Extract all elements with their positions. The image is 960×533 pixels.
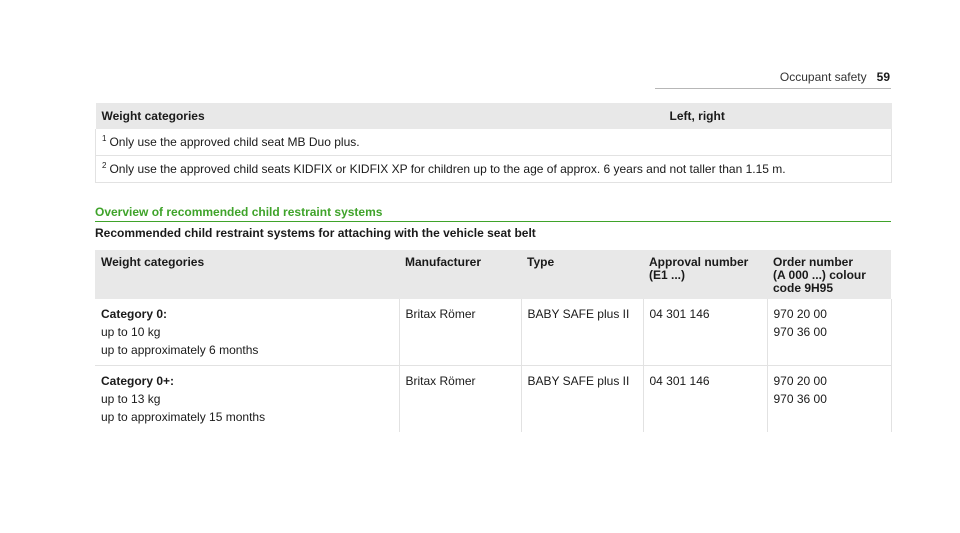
header-left-right: Left, right (663, 103, 892, 129)
footnote-row: 1 Only use the approved child seat MB Duo… (95, 129, 892, 156)
header-weight-categories: Weight categories (95, 250, 399, 299)
cell-type: BABY SAFE plus II (520, 299, 643, 366)
page-number: 59 (876, 70, 890, 84)
header-line: code 9H95 (773, 281, 834, 295)
footnote-number: 1 (102, 134, 107, 143)
cell-type: BABY SAFE plus II (520, 365, 643, 432)
header-line: (E1 ...) (649, 268, 686, 282)
section-name: Occupant safety (779, 70, 867, 84)
cell-approval: 04 301 146 (642, 299, 767, 366)
order-number: 970 20 00 (773, 374, 827, 388)
table-header-row: Weight categories Left, right (95, 103, 892, 129)
weight-limit: up to 13 kg (101, 392, 161, 406)
table-row: Category 0: up to 10 kg up to approximat… (95, 299, 892, 366)
cell-order-number: 970 20 00 970 36 00 (766, 365, 892, 432)
header-order-number: Order number (A 000 ...) colour code 9H9… (767, 250, 891, 299)
cell-order-number: 970 20 00 970 36 00 (766, 299, 892, 366)
cell-manufacturer: Britax Römer (398, 365, 521, 432)
header-type: Type (521, 250, 643, 299)
header-manufacturer: Manufacturer (399, 250, 521, 299)
restraint-systems-table: Weight categories Manufacturer Type Appr… (95, 250, 892, 432)
footnote-1: 1 Only use the approved child seat MB Duo… (95, 129, 892, 156)
header-divider (655, 88, 891, 89)
table-row: Category 0+: up to 13 kg up to approxima… (95, 365, 892, 433)
order-number: 970 36 00 (773, 325, 827, 339)
cell-weight-category: Category 0+: up to 13 kg up to approxima… (95, 366, 399, 433)
header-weight-categories: Weight categories (95, 103, 664, 129)
cell-manufacturer: Britax Römer (398, 299, 521, 366)
cell-weight-category: Category 0: up to 10 kg up to approximat… (95, 299, 399, 366)
header-approval-number: Approval number (E1 ...) (643, 250, 767, 299)
age-limit: up to approximately 6 months (101, 343, 259, 357)
page-header: Occupant safety 59 (760, 70, 890, 84)
order-number: 970 36 00 (773, 392, 827, 406)
age-limit: up to approximately 15 months (101, 410, 266, 424)
order-number: 970 20 00 (773, 307, 827, 321)
category-label: Category 0: (101, 307, 168, 321)
category-label: Category 0+: (101, 374, 175, 388)
section-subtitle: Recommended child restraint systems for … (95, 226, 536, 240)
weight-categories-table: Weight categories Left, right 1 Only use … (95, 103, 892, 183)
footnote-text: Only use the approved child seats KIDFIX… (109, 162, 786, 176)
table-header-row: Weight categories Manufacturer Type Appr… (95, 250, 891, 299)
cell-approval: 04 301 146 (642, 365, 767, 432)
weight-limit: up to 10 kg (101, 325, 161, 339)
footnote-row: 2 Only use the approved child seats KIDFI… (95, 155, 892, 183)
footnote-number: 2 (102, 161, 107, 170)
footnote-text: Only use the approved child seat MB Duo … (109, 135, 360, 149)
footnote-2: 2 Only use the approved child seats KIDFI… (95, 155, 892, 183)
section-title: Overview of recommended child restraint … (95, 205, 891, 222)
